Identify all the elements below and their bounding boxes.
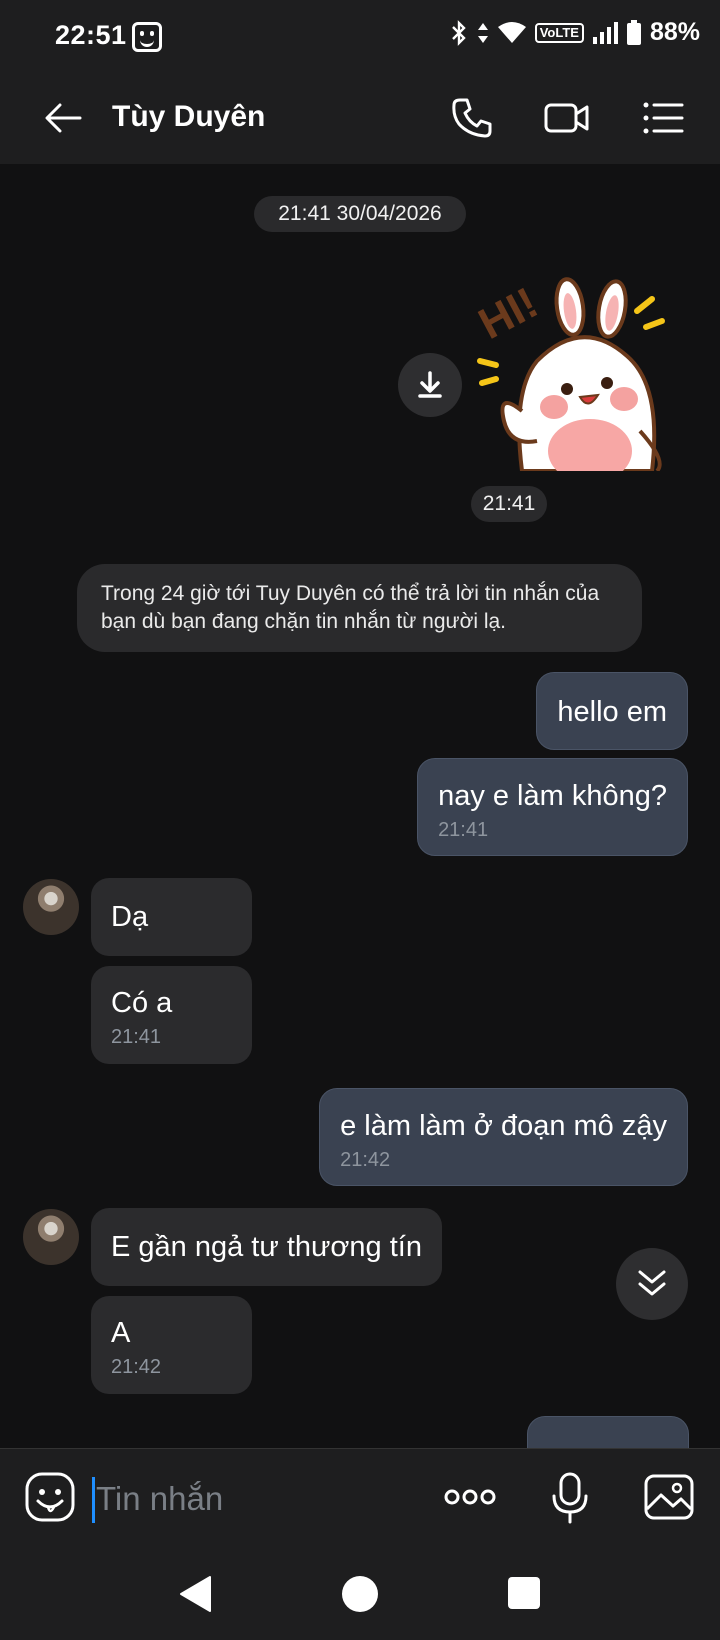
smiley-notification-icon [132,22,162,52]
nav-home-icon[interactable] [342,1576,378,1612]
emoji-sticker-icon[interactable] [24,1471,76,1523]
message-bubble-incoming[interactable]: A 21:42 [91,1296,252,1394]
status-icons: VoLTE 88% [449,18,700,47]
message-input-bar [0,1448,720,1550]
gallery-image-icon[interactable] [643,1471,695,1523]
download-button[interactable] [398,353,462,417]
message-text: Dạ [111,901,149,933]
nav-recent-apps-icon[interactable] [508,1577,540,1609]
battery-percent: 88% [649,18,700,46]
message-text: Có a [111,987,173,1019]
message-text: hello em [557,696,667,728]
message-bubble-outgoing[interactable]: hello em [536,672,688,750]
contact-avatar[interactable] [23,879,79,935]
message-text: A [111,1317,131,1349]
date-pill: 21:41 30/04/2026 [254,196,466,232]
volte-badge: VoLTE [534,22,584,43]
message-text: e làm làm ở đoạn mô zậy [340,1110,667,1142]
message-time: 21:41 [438,819,489,841]
status-bar: 22:51 VoLTE 88% [0,0,720,72]
message-input[interactable] [96,1471,416,1527]
message-text: nay e làm không? [438,780,667,812]
signal-icon [592,21,618,44]
bluetooth-icon [451,19,466,46]
message-list[interactable]: 21:41 30/04/2026 HI! 21:41 Trong 24 giờ … [0,164,720,1448]
double-chevron-down-icon [638,1270,666,1296]
message-bubble-incoming[interactable]: E gần ngả tư thương tín [91,1208,442,1286]
microphone-icon[interactable] [548,1471,592,1525]
scroll-to-bottom-button[interactable] [616,1248,688,1320]
message-bubble-outgoing-partial[interactable] [527,1416,689,1448]
phone-icon[interactable] [448,94,496,142]
download-icon [418,371,442,398]
wifi-icon [497,21,526,43]
more-options-icon[interactable] [442,1475,498,1519]
message-text: E gần ngả tư thương tín [111,1231,422,1263]
message-time: 21:42 [111,1356,162,1378]
status-time: 22:51 [55,20,127,50]
stranger-notice: Trong 24 giờ tới Tuy Duyên có thể trả lờ… [77,564,642,652]
contact-name[interactable]: Tùy Duyên [112,100,265,134]
message-bubble-incoming[interactable]: Dạ [91,878,252,956]
bunny-hi-sticker[interactable]: HI! [462,271,692,471]
contact-avatar[interactable] [23,1209,79,1265]
message-bubble-incoming[interactable]: Có a 21:41 [91,966,252,1064]
message-time: 21:42 [340,1149,391,1171]
chat-header: Tùy Duyên [0,72,720,164]
back-arrow-icon[interactable] [40,94,88,142]
data-arrows-icon [477,22,488,43]
sticker-time: 21:41 [471,486,547,522]
text-caret [92,1477,95,1523]
battery-icon [626,19,641,45]
message-bubble-outgoing[interactable]: nay e làm không? 21:41 [417,758,688,856]
video-call-icon[interactable] [543,94,591,142]
message-bubble-outgoing[interactable]: e làm làm ở đoạn mô zậy 21:42 [319,1088,688,1186]
menu-list-icon[interactable] [640,94,688,142]
sticker-hi-text: HI! [471,278,546,349]
system-navigation-bar [0,1550,720,1640]
message-time: 21:41 [111,1026,162,1048]
nav-back-icon[interactable] [178,1574,214,1614]
